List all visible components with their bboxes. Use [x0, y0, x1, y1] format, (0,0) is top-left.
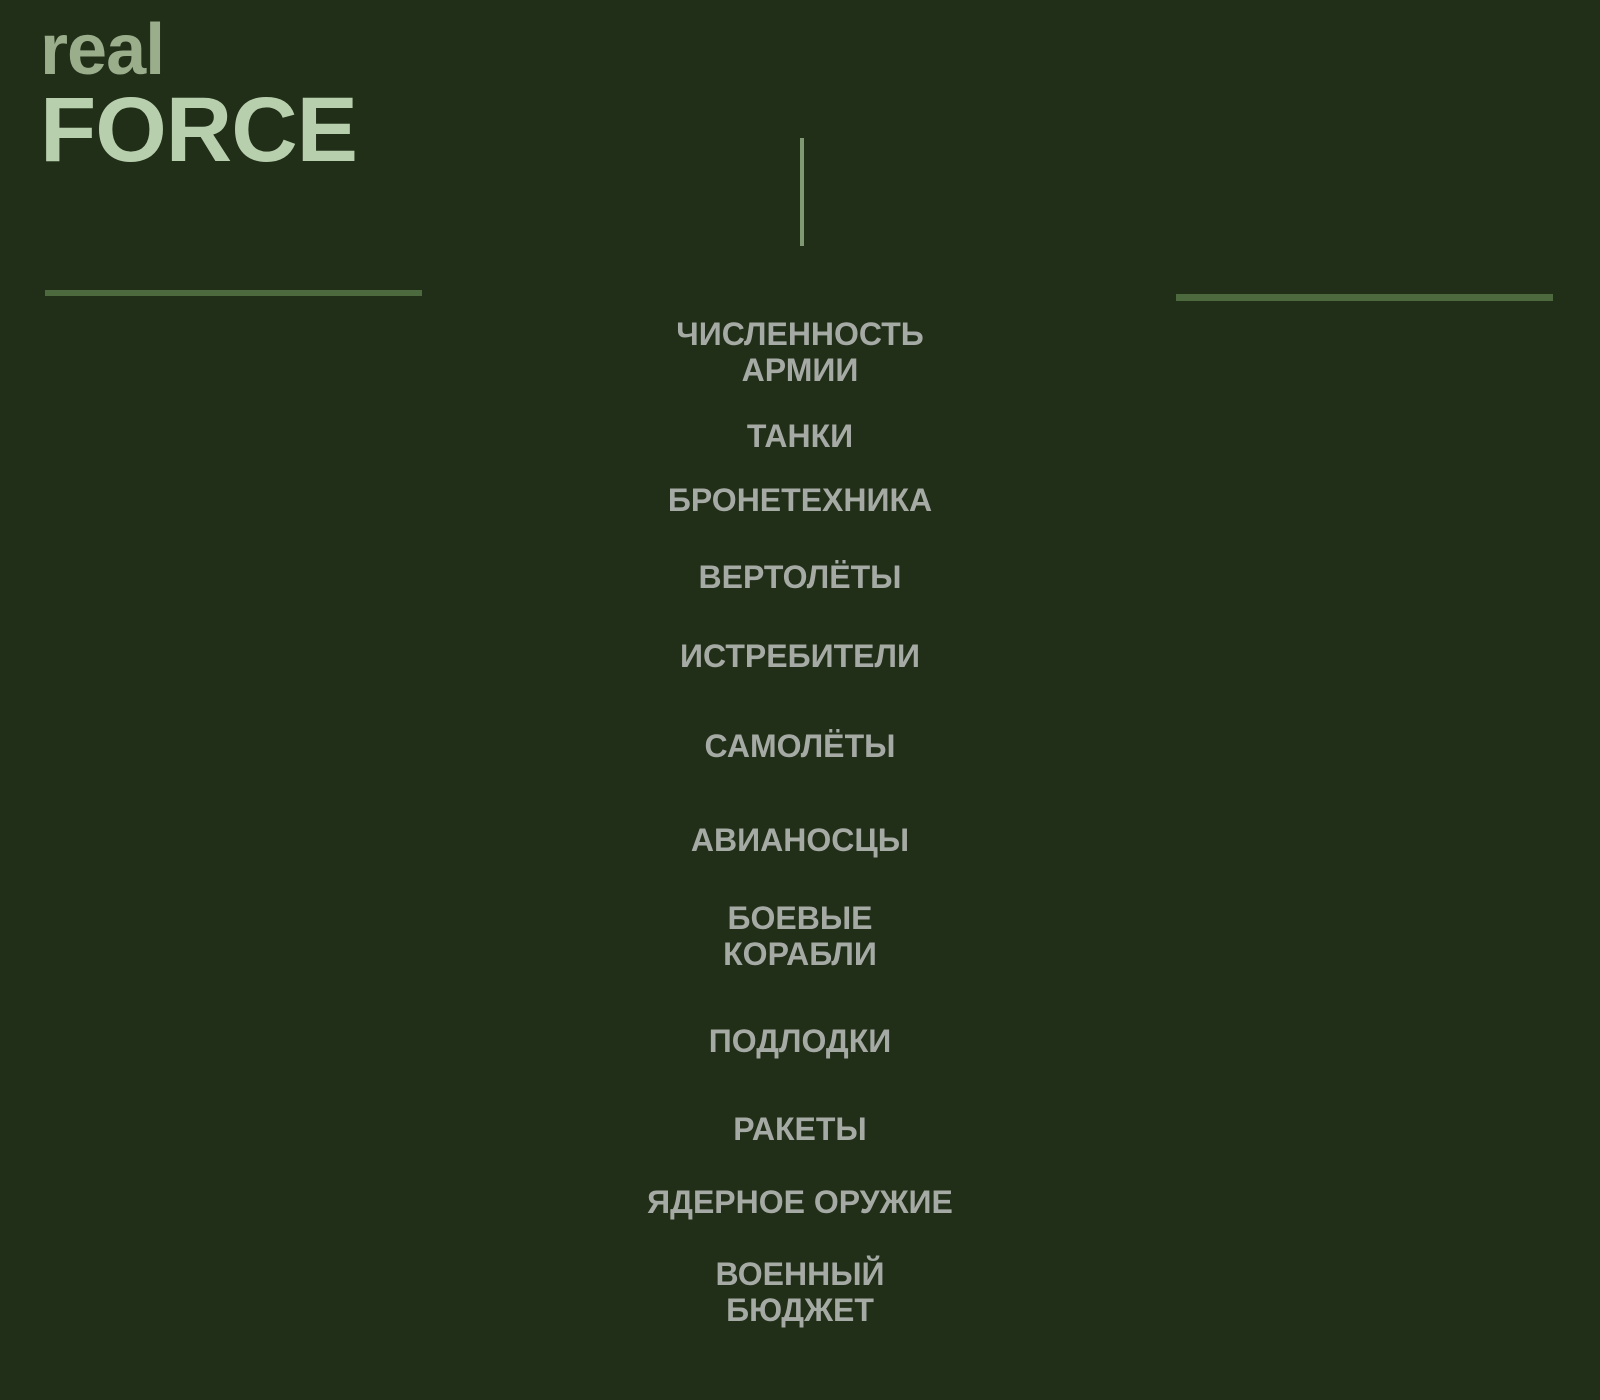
- menu-item-label: БРОНЕТЕХНИКА: [667, 482, 933, 518]
- menu-item-label: БОЕВЫЕ: [727, 900, 873, 936]
- menu-item-label: ИСТРЕБИТЕЛИ: [680, 638, 920, 674]
- menu-item-label: КОРАБЛИ: [723, 936, 877, 972]
- menu-item-label: ТАНКИ: [746, 418, 854, 454]
- menu-item-armored-vehicles[interactable]: БРОНЕТЕХНИКА: [600, 482, 1000, 518]
- menu-item-label: БЮДЖЕТ: [726, 1292, 874, 1328]
- menu-item-label: ВЕРТОЛЁТЫ: [698, 559, 902, 595]
- menu-item-submarines[interactable]: ПОДЛОДКИ: [600, 1023, 1000, 1059]
- menu-item-warships[interactable]: БОЕВЫЕ КОРАБЛИ: [600, 900, 1000, 972]
- horizontal-rule-right: [1176, 294, 1553, 301]
- menu-item-tanks[interactable]: ТАНКИ: [600, 418, 1000, 454]
- horizontal-rule-left: [45, 290, 422, 296]
- logo-force-text: FORCE: [40, 79, 358, 181]
- menu-item-nuclear-weapons[interactable]: ЯДЕРНОЕ ОРУЖИЕ: [600, 1184, 1000, 1220]
- menu-item-military-budget[interactable]: ВОЕННЫЙ БЮДЖЕТ: [600, 1256, 1000, 1328]
- menu-item-helicopters[interactable]: ВЕРТОЛЁТЫ: [600, 559, 1000, 595]
- logo-real-text: real: [40, 10, 165, 90]
- vertical-divider: [800, 138, 804, 246]
- menu-item-aircraft-carriers[interactable]: АВИАНОСЦЫ: [600, 822, 1000, 858]
- menu-item-label: САМОЛЁТЫ: [704, 728, 896, 764]
- menu-item-label: АВИАНОСЦЫ: [690, 822, 910, 858]
- menu-item-army-size[interactable]: ЧИСЛЕННОСТЬ АРМИИ: [600, 316, 1000, 388]
- menu-item-label: ЯДЕРНОЕ ОРУЖИЕ: [647, 1184, 953, 1220]
- menu-item-aircraft[interactable]: САМОЛЁТЫ: [600, 728, 1000, 764]
- menu-item-label: АРМИИ: [741, 352, 859, 388]
- logo[interactable]: real FORCE: [40, 10, 358, 181]
- menu-item-label: ВОЕННЫЙ: [715, 1256, 885, 1292]
- menu-item-label: ЧИСЛЕННОСТЬ: [676, 316, 924, 352]
- menu-item-label: ПОДЛОДКИ: [708, 1023, 892, 1059]
- menu-item-label: РАКЕТЫ: [733, 1111, 867, 1147]
- menu-item-missiles[interactable]: РАКЕТЫ: [600, 1111, 1000, 1147]
- menu-item-fighters[interactable]: ИСТРЕБИТЕЛИ: [600, 638, 1000, 674]
